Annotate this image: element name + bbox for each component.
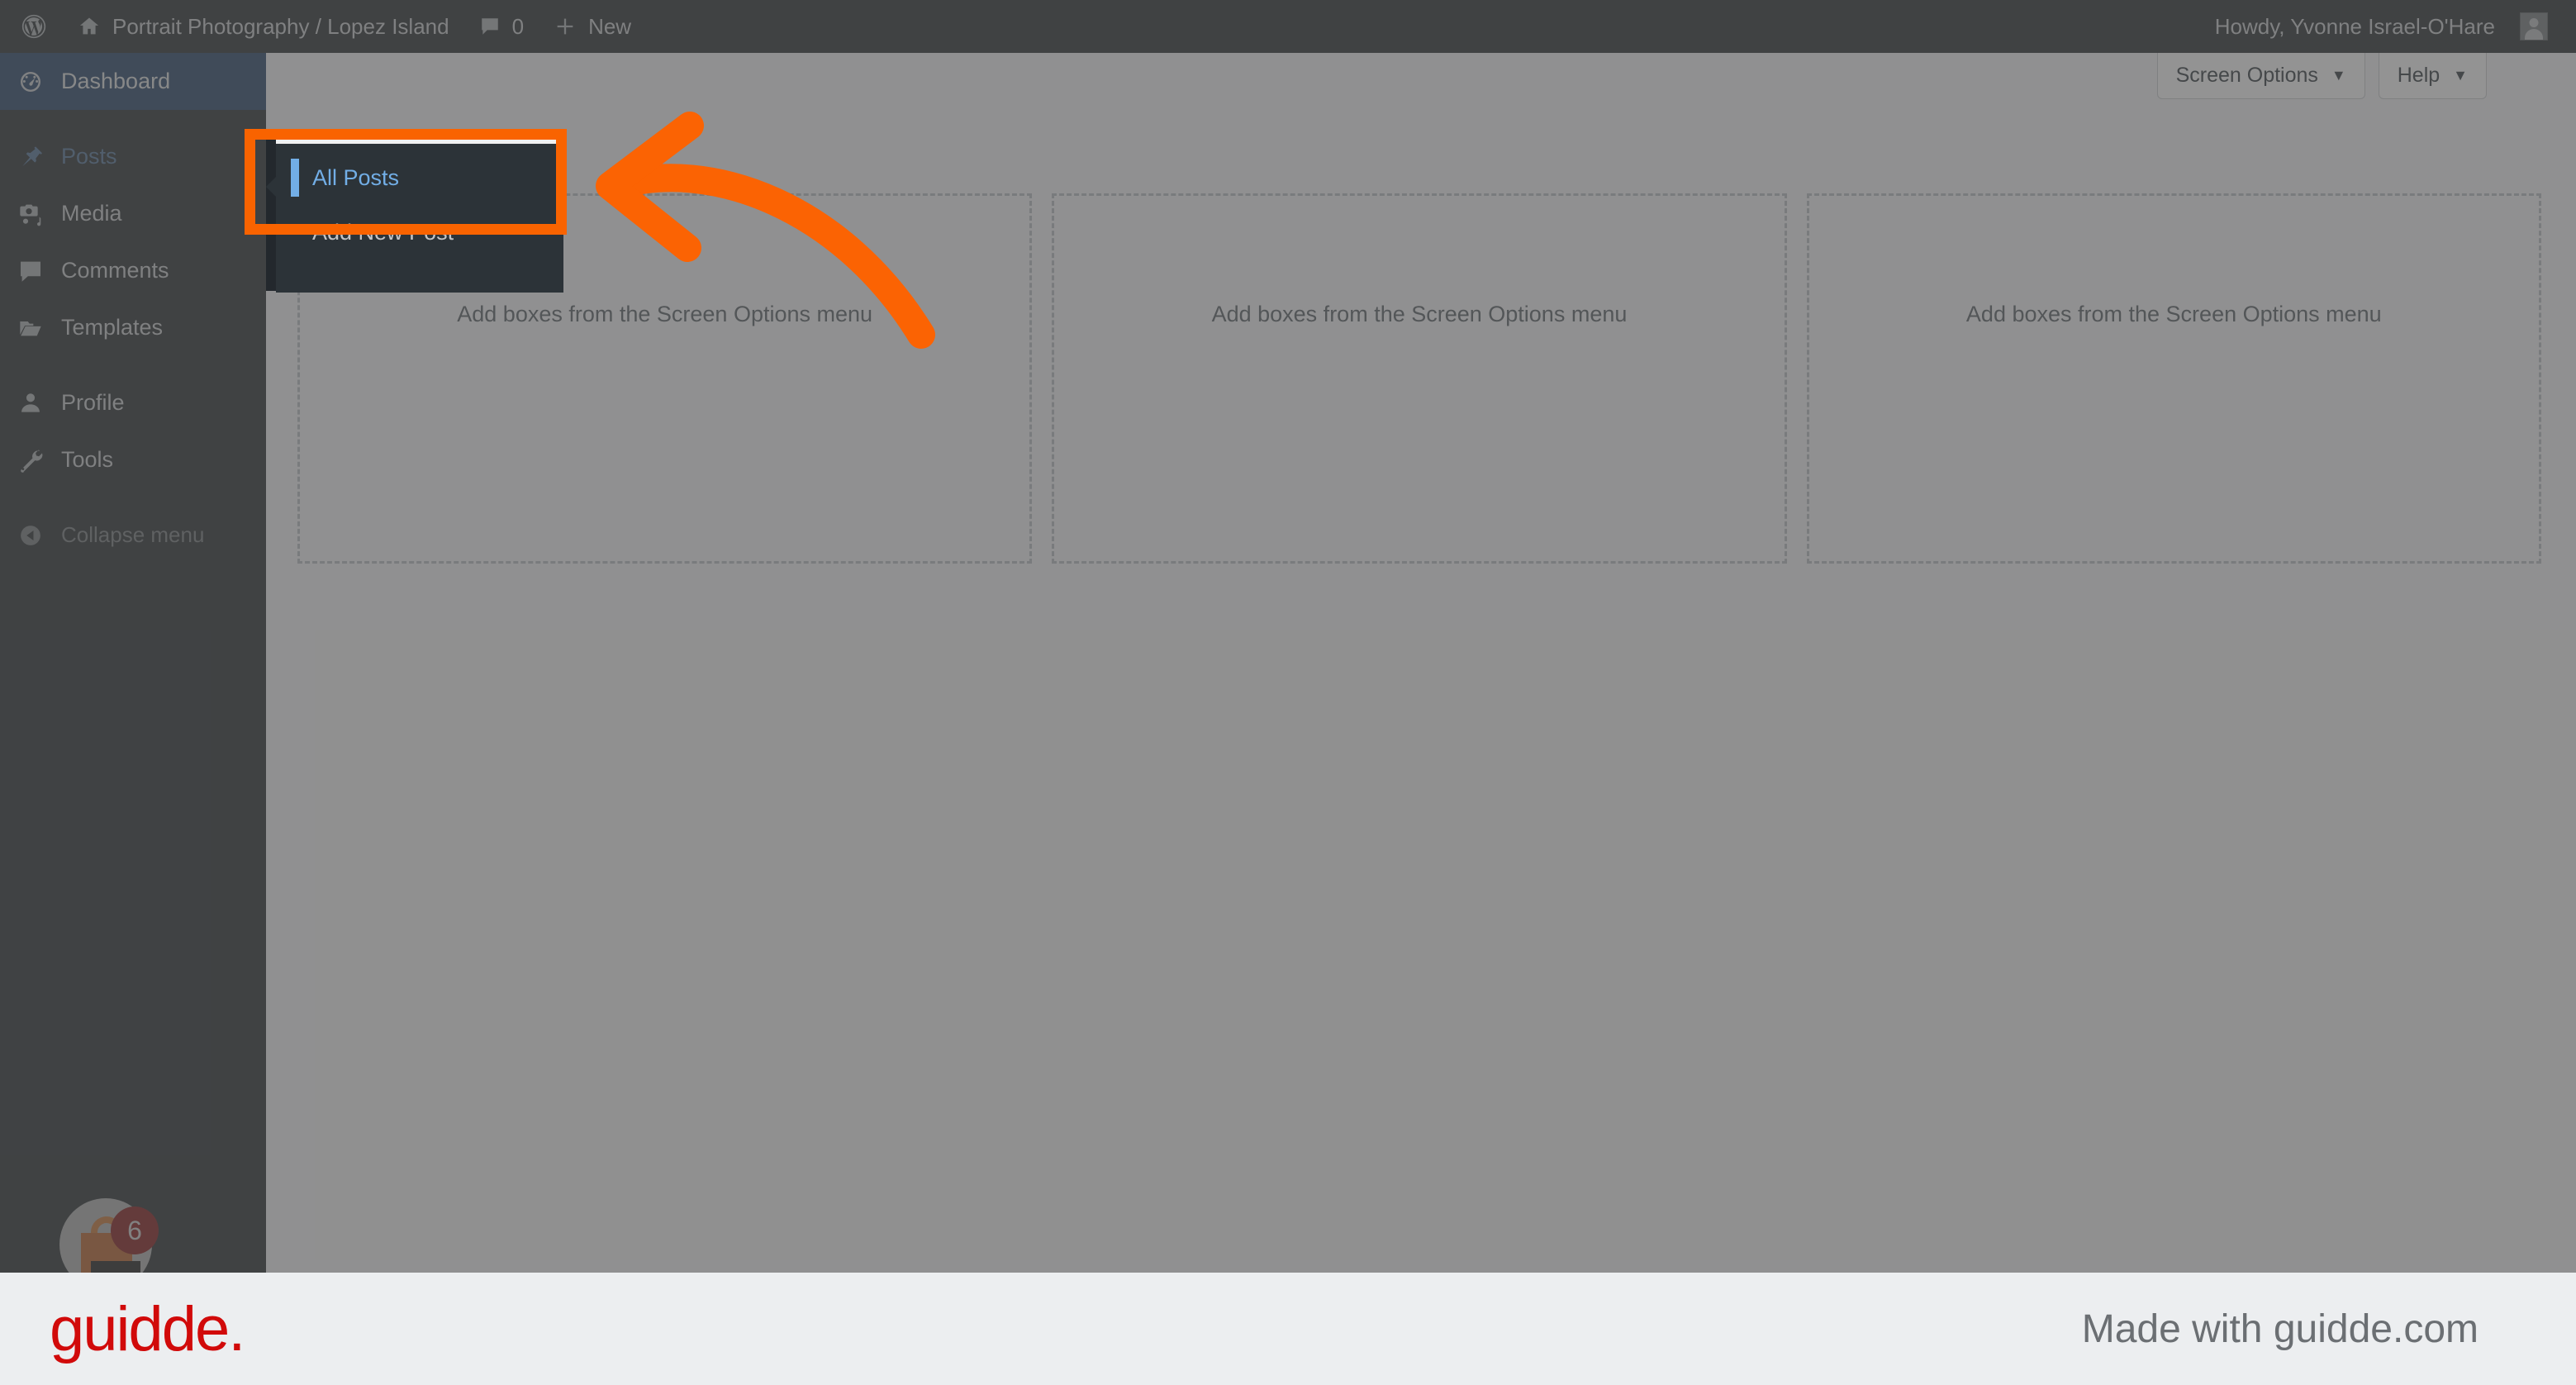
screen-options-button[interactable]: Screen Options ▼ <box>2156 53 2365 99</box>
submenu-item-label: Add New Post <box>312 219 454 245</box>
sidebar-item-label: Tools <box>61 447 114 472</box>
wordpress-admin-app: Portrait Photography / Lopez Island 0 Ne… <box>0 0 2576 1273</box>
flyout-menu: All Posts Add New Post <box>266 144 563 293</box>
comment-bubble-icon <box>13 258 48 284</box>
sidebar-separator <box>0 356 266 374</box>
my-account-menu-item[interactable]: Howdy, Yvonne Israel-O'Hare <box>2200 0 2563 53</box>
admin-bar-left: Portrait Photography / Lopez Island 0 Ne… <box>0 0 646 53</box>
site-name-label: Portrait Photography / Lopez Island <box>112 13 449 39</box>
new-content-label: New <box>588 13 632 39</box>
sidebar-item-posts[interactable]: Posts <box>0 128 266 185</box>
sidebar-item-label: Profile <box>61 390 125 415</box>
sidebar-item-label: Posts <box>61 144 117 169</box>
comments-count: 0 <box>511 13 525 39</box>
dashboard-column-2[interactable]: Add boxes from the Screen Options menu <box>1052 193 1787 564</box>
wordpress-icon <box>20 12 48 40</box>
comments-menu-item[interactable]: 0 <box>464 0 539 53</box>
sidebar-item-collapse-menu[interactable]: Collapse menu <box>0 507 266 564</box>
submenu-item-label: All Posts <box>312 164 400 190</box>
sidebar-item-label: Media <box>61 201 122 226</box>
new-content-menu-item[interactable]: New <box>539 0 646 53</box>
sidebar-item-profile[interactable]: Profile <box>0 374 266 431</box>
admin-bar-right: Howdy, Yvonne Israel-O'Hare <box>2200 0 2576 53</box>
cart-badge-count: 6 <box>111 1207 159 1254</box>
sidebar-separator <box>0 488 266 507</box>
sidebar-item-comments[interactable]: Comments <box>0 242 266 299</box>
chevron-down-icon: ▼ <box>2453 67 2468 83</box>
made-with-guidde-label: Made with guidde.com <box>2081 1306 2479 1351</box>
pin-icon <box>13 144 48 170</box>
sidebar-item-dashboard[interactable]: Dashboard <box>0 53 266 110</box>
admin-bar: Portrait Photography / Lopez Island 0 Ne… <box>0 0 2576 53</box>
admin-sidebar-menu: Dashboard Posts Media Comments Templates… <box>0 53 266 1273</box>
empty-hint: Add boxes from the Screen Options menu <box>1965 302 2382 326</box>
help-label: Help <box>2397 64 2441 87</box>
dashboard-gauge-icon <box>13 69 48 95</box>
wrench-icon <box>13 447 48 474</box>
sidebar-separator <box>0 110 266 128</box>
collapse-arrow-icon <box>13 523 48 548</box>
screen-meta-links: Screen Options ▼ Help ▼ <box>2144 53 2487 99</box>
plus-icon <box>554 15 577 38</box>
submenu-item-add-new-post[interactable]: Add New Post <box>276 205 563 259</box>
home-icon <box>78 15 101 38</box>
sidebar-item-tools[interactable]: Tools <box>0 431 266 488</box>
sidebar-item-label: Templates <box>61 315 164 340</box>
screenshot-root: Portrait Photography / Lopez Island 0 Ne… <box>0 0 2576 1385</box>
sidebar-item-media[interactable]: Media <box>0 185 266 242</box>
comment-bubble-icon <box>479 16 501 37</box>
howdy-label: Howdy, Yvonne Israel-O'Hare <box>2214 13 2495 39</box>
sidebar-item-label: Dashboard <box>61 69 171 93</box>
wp-logo-menu-item[interactable] <box>5 0 63 53</box>
empty-hint: Add boxes from the Screen Options menu <box>1211 302 1628 326</box>
guidde-logo: guidde. <box>50 1293 245 1364</box>
dashboard-column-3[interactable]: Add boxes from the Screen Options menu <box>1806 193 2541 564</box>
chevron-down-icon: ▼ <box>2331 67 2346 83</box>
sidebar-item-label: Collapse menu <box>61 522 205 547</box>
screen-options-label: Screen Options <box>2175 64 2318 87</box>
cart-avatar[interactable]: 6 <box>59 1198 159 1273</box>
media-camera-music-icon <box>13 201 48 227</box>
avatar <box>2520 12 2548 40</box>
sidebar-item-templates[interactable]: Templates <box>0 299 266 356</box>
guidde-footer: guidde. Made with guidde.com <box>0 1273 2576 1385</box>
posts-submenu-flyout: All Posts Add New Post <box>266 134 563 293</box>
flyout-left-strip <box>266 134 276 291</box>
user-icon <box>13 390 48 416</box>
sidebar-item-label: Comments <box>61 258 169 283</box>
submenu-item-all-posts[interactable]: All Posts <box>276 150 563 205</box>
folder-icon <box>13 315 48 341</box>
help-button[interactable]: Help ▼ <box>2378 53 2487 99</box>
site-name-menu-item[interactable]: Portrait Photography / Lopez Island <box>63 0 464 53</box>
curved-left-arrow-icon <box>570 99 1000 355</box>
